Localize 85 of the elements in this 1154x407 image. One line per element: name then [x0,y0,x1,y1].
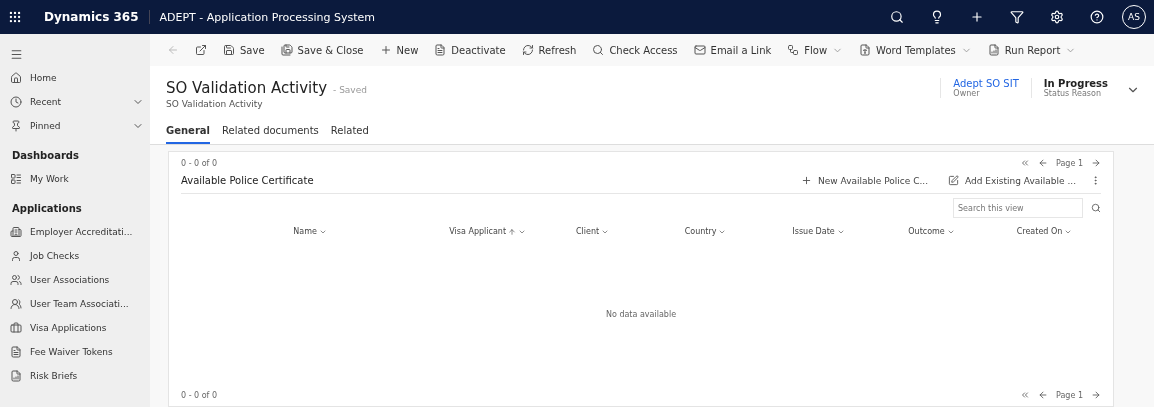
save-status: - Saved [333,85,367,95]
save-icon [223,44,235,56]
next-page-icon [1091,158,1101,168]
sidebar-item[interactable]: Risk Briefs [0,364,150,388]
flow-icon [787,44,800,56]
command-button[interactable]: Save [216,40,272,60]
column-header[interactable]: Created On [988,226,1101,237]
report-icon [987,44,1000,56]
tab[interactable]: Related [330,121,369,144]
document-icon [859,44,872,56]
column-header[interactable]: Issue Date [762,226,876,237]
list-icon [10,173,22,185]
record-title: SO Validation Activity [166,79,328,97]
people-icon [10,274,22,286]
column-header[interactable]: Client [536,226,650,237]
search-field[interactable]: Search this view [953,198,1083,218]
command-button[interactable]: Save & Close [273,40,371,60]
empty-message: No data available [605,310,677,319]
header-field-label: Status Reason [1043,89,1101,98]
app-launcher-icon [8,10,22,24]
sidebar-group-title: Applications [11,202,83,216]
first-page-icon [1020,390,1030,400]
header-field-label: Owner [953,89,980,98]
command-button[interactable]: Run Report [980,40,1084,60]
column-header[interactable]: Visa Applicant [439,226,537,237]
clock-icon [10,96,22,108]
plus-icon [379,44,392,56]
app-name[interactable]: Dynamics 365 [32,10,150,24]
previous-page-icon [1038,158,1048,168]
sidebar-item[interactable]: Pinned [0,114,150,138]
pin-icon [10,120,22,132]
document-icon [10,346,22,358]
first-page-icon [1020,158,1030,168]
save-icon [280,44,293,56]
document-icon [434,44,447,56]
back-arrow-icon [167,44,179,56]
sidebar-item[interactable]: Visa Applications [0,316,150,340]
previous-page-icon [1038,390,1048,400]
building-icon [10,226,22,238]
entity-name: SO Validation Activity [166,99,264,109]
next-page-icon [1091,390,1101,400]
command-button[interactable]: Word Templates [852,40,979,60]
command-button[interactable]: New [372,40,426,60]
column-header[interactable]: Country [649,226,763,237]
edit-icon [948,175,959,186]
search-icon [592,44,605,56]
page-number: Page 1 [1056,390,1083,400]
subgrid-action-button[interactable]: New Available Police C... [795,172,934,189]
record-count: 0 - 0 of 0 [181,390,218,400]
plus-icon [801,175,813,186]
external-link-icon [195,44,207,56]
briefcase-icon [10,322,22,334]
tab[interactable]: Related documents [222,121,319,144]
mail-icon [693,44,706,56]
command-button[interactable]: Refresh [514,40,584,60]
report-icon [10,370,22,382]
sidebar-item[interactable]: Home [0,66,150,90]
person-icon [10,250,22,262]
subgrid-action-button[interactable]: Add Existing Available ... [942,172,1082,189]
sidebar-item[interactable]: Job Checks [0,244,150,268]
header-field-value[interactable]: Adept SO SIT [953,78,1019,89]
sidebar-item[interactable]: User Team Associati... [0,292,150,316]
menu-icon [10,47,23,61]
header-field-value: In Progress [1043,78,1108,89]
column-header[interactable]: Outcome [875,226,988,237]
column-header[interactable]: Name [181,226,440,237]
tab[interactable]: General [166,121,210,144]
subgrid-title: Available Police Certificate [181,175,314,186]
command-button[interactable]: Email a Link [686,40,779,60]
command-button[interactable]: Flow [780,40,851,60]
search-icon [1091,203,1101,213]
team-icon [10,298,22,310]
app-title: ADEPT - Application Processing System [159,10,376,24]
command-button[interactable]: Check Access [585,40,685,60]
home-icon [10,72,22,84]
sidebar-item[interactable]: Employer Accreditati... [0,220,150,244]
sidebar-item[interactable]: My Work [0,167,150,191]
sidebar-item[interactable]: Recent [0,90,150,114]
command-button[interactable]: Deactivate [427,40,513,60]
sidebar-item[interactable]: User Associations [0,268,150,292]
sidebar-group-title: Dashboards [11,149,80,163]
page-number: Page 1 [1056,158,1083,168]
record-count: 0 - 0 of 0 [181,158,218,168]
refresh-icon [521,44,534,56]
sidebar-item[interactable]: Fee Waiver Tokens [0,340,150,364]
